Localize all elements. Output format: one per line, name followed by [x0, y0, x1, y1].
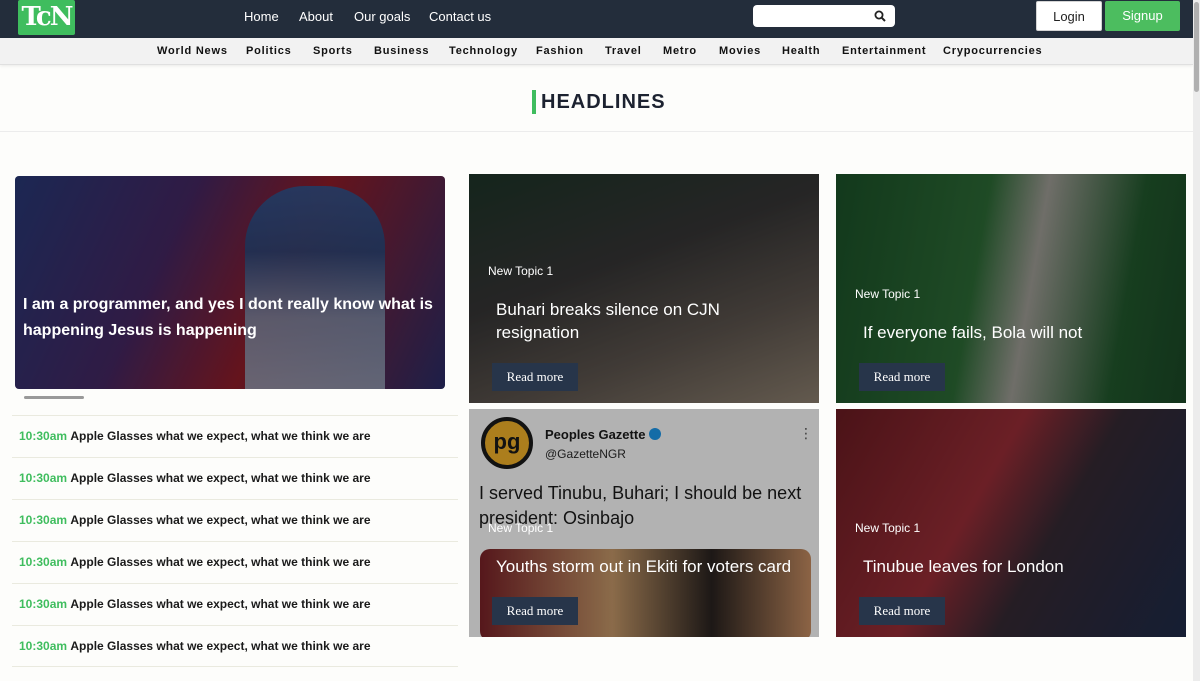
list-item[interactable]: 10:30am Apple Glasses what we expect, wh… [12, 457, 458, 499]
card-title[interactable]: If everyone fails, Bola will not [863, 321, 1163, 344]
read-more-button[interactable]: Read more [492, 363, 578, 391]
card-title[interactable]: Buhari breaks silence on CJN resignation [496, 298, 796, 344]
category-fashion[interactable]: Fashion [536, 45, 584, 57]
news-card[interactable]: pg Peoples Gazette @GazetteNGR ⋮ I serve… [469, 409, 819, 637]
list-item[interactable]: 10:30am Apple Glasses what we expect, wh… [12, 541, 458, 583]
headline-accent-bar [532, 90, 536, 114]
scrollbar-thumb[interactable] [1194, 2, 1199, 92]
category-business[interactable]: Business [374, 45, 429, 57]
category-metro[interactable]: Metro [663, 45, 697, 57]
slider-indicator[interactable] [24, 396, 84, 399]
news-list: 10:30am Apple Glasses what we expect, wh… [12, 415, 458, 667]
news-text[interactable]: Apple Glasses what we expect, what we th… [70, 513, 370, 527]
news-time: 10:30am [19, 513, 68, 527]
category-sports[interactable]: Sports [313, 45, 353, 57]
nav-our-goals-link[interactable]: Our goals [354, 9, 410, 24]
list-item[interactable]: 10:30am Apple Glasses what we expect, wh… [12, 583, 458, 625]
news-text[interactable]: Apple Glasses what we expect, what we th… [70, 639, 370, 653]
card-title[interactable]: Youths storm out in Ekiti for voters car… [496, 555, 806, 578]
list-item[interactable]: 10:30am Apple Glasses what we expect, wh… [12, 625, 458, 667]
read-more-button[interactable]: Read more [859, 363, 945, 391]
card-topic: New Topic 1 [855, 287, 921, 301]
news-card[interactable]: New Topic 1 Buhari breaks silence on CJN… [469, 174, 819, 403]
category-movies[interactable]: Movies [719, 45, 761, 57]
signup-button[interactable]: Signup [1105, 1, 1180, 31]
category-travel[interactable]: Travel [605, 45, 642, 57]
news-text[interactable]: Apple Glasses what we expect, what we th… [70, 555, 370, 569]
card-title[interactable]: Tinubue leaves for London [863, 555, 1163, 578]
news-text[interactable]: Apple Glasses what we expect, what we th… [70, 597, 370, 611]
top-navbar: TcN Home About Our goals Contact us Logi… [0, 0, 1200, 38]
search-icon[interactable] [874, 10, 886, 22]
read-more-button[interactable]: Read more [492, 597, 578, 625]
news-time: 10:30am [19, 429, 68, 443]
category-politics[interactable]: Politics [246, 45, 292, 57]
news-time: 10:30am [19, 639, 68, 653]
news-text[interactable]: Apple Glasses what we expect, what we th… [70, 471, 370, 485]
hero-title[interactable]: I am a programmer, and yes I dont really… [23, 292, 433, 344]
login-button[interactable]: Login [1036, 1, 1102, 31]
category-technology[interactable]: Technology [449, 45, 518, 57]
category-entertainment[interactable]: Entertainment [842, 45, 926, 57]
section-divider [0, 131, 1193, 132]
news-card[interactable]: New Topic 1 If everyone fails, Bola will… [836, 174, 1186, 403]
news-time: 10:30am [19, 555, 68, 569]
nav-home-link[interactable]: Home [244, 9, 279, 24]
category-bar: World News Politics Sports Business Tech… [0, 38, 1193, 65]
hero-slide[interactable]: I am a programmer, and yes I dont really… [15, 176, 445, 389]
list-item[interactable]: 10:30am Apple Glasses what we expect, wh… [12, 499, 458, 541]
card-topic: New Topic 1 [488, 264, 554, 278]
category-world-news[interactable]: World News [157, 45, 228, 57]
read-more-button[interactable]: Read more [859, 597, 945, 625]
site-logo[interactable]: TcN [18, 0, 75, 35]
news-time: 10:30am [19, 597, 68, 611]
headlines-title: HEADLINES [541, 91, 666, 113]
nav-contact-link[interactable]: Contact us [429, 9, 491, 24]
news-text[interactable]: Apple Glasses what we expect, what we th… [70, 429, 370, 443]
card-topic: New Topic 1 [488, 521, 554, 535]
card-topic: New Topic 1 [855, 521, 921, 535]
news-time: 10:30am [19, 471, 68, 485]
category-health[interactable]: Health [782, 45, 820, 57]
page-scrollbar[interactable] [1193, 0, 1200, 681]
news-card[interactable]: New Topic 1 Tinubue leaves for London Re… [836, 409, 1186, 637]
nav-about-link[interactable]: About [299, 9, 333, 24]
search-input[interactable] [753, 5, 895, 27]
category-cryptocurrencies[interactable]: Crypocurrencies [943, 45, 1042, 57]
list-item[interactable]: 10:30am Apple Glasses what we expect, wh… [12, 415, 458, 457]
